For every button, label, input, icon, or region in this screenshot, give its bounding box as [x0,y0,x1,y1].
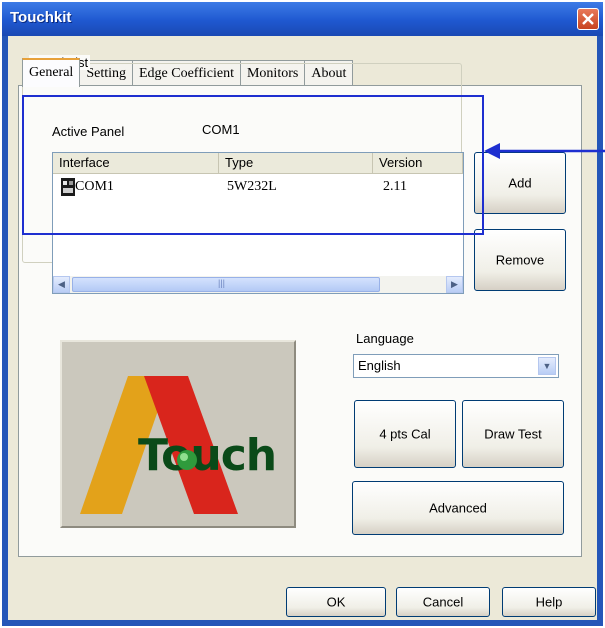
cancel-button-label: Cancel [422,594,464,610]
close-button[interactable] [577,8,599,30]
cancel-button[interactable]: Cancel [396,587,490,617]
tab-general[interactable]: General [22,58,81,87]
advanced-button[interactable]: Advanced [352,481,564,535]
chevron-down-icon[interactable]: ▼ [538,357,556,375]
horizontal-scrollbar[interactable]: ◀ ||| ▶ [53,276,463,293]
scroll-thumb[interactable]: ||| [72,277,380,292]
advanced-button-label: Advanced [429,500,487,516]
scroll-right-button[interactable]: ▶ [446,276,463,293]
language-label: Language [356,331,414,346]
draw-test-button-label: Draw Test [484,426,542,442]
remove-button-label: Remove [495,252,545,268]
add-button-label: Add [508,175,532,191]
title-bar[interactable]: Touchkit [2,2,603,36]
ok-button-label: OK [326,594,346,610]
logo-green-ball [177,450,197,470]
ok-button[interactable]: OK [286,587,386,617]
language-selected-value: English [358,358,401,373]
remove-button[interactable]: Remove [474,229,566,291]
arrow-left-icon [484,143,605,159]
help-button[interactable]: Help [502,587,596,617]
scroll-left-button[interactable]: ◀ [53,276,70,293]
highlight-box [22,95,484,235]
help-button-label: Help [535,594,563,610]
touch-logo: Touch [60,340,296,528]
cal-button-label: 4 pts Cal [379,426,431,442]
cal-button[interactable]: 4 pts Cal [354,400,456,468]
language-select[interactable]: English ▼ [353,354,559,378]
close-icon [582,13,594,25]
window-title: Touchkit [10,9,72,26]
draw-test-button[interactable]: Draw Test [462,400,564,468]
logo-text: Touch [138,430,277,481]
scroll-thumb-grip: ||| [218,278,226,288]
